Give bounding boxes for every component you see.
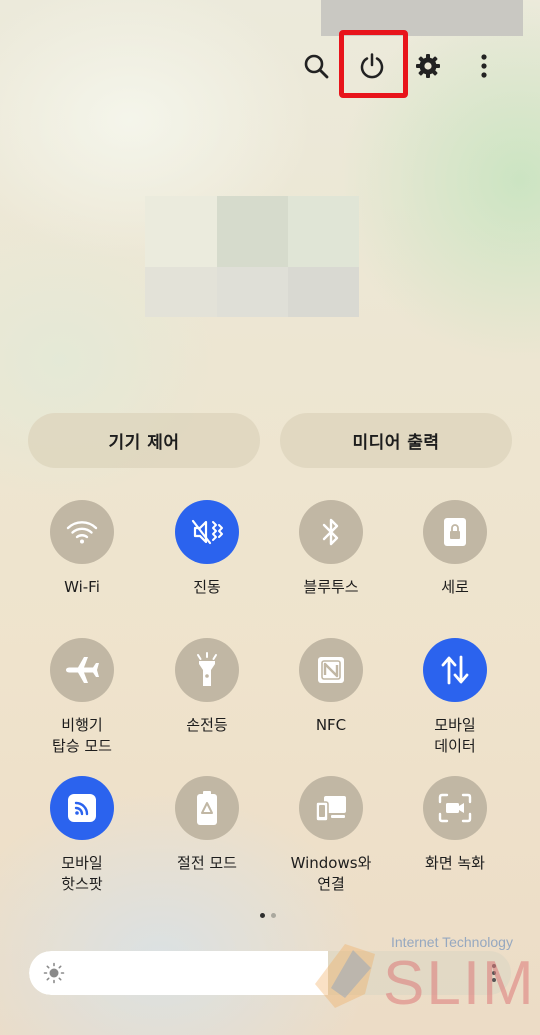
page-indicator: [260, 913, 276, 918]
more-vert-icon[interactable]: [462, 44, 506, 88]
portrait-lock-icon: [423, 500, 487, 564]
tile-portrait[interactable]: 세로: [395, 500, 515, 598]
brightness-slider[interactable]: [29, 951, 511, 995]
watermark-subtitle: Internet Technology: [391, 934, 513, 950]
brightness-slider-fill: [29, 951, 328, 995]
power-button-highlight: [339, 30, 408, 98]
tile-flashlight[interactable]: 손전등: [147, 638, 267, 736]
tile-label: 화면 녹화: [425, 854, 485, 872]
mobile-data-icon: [423, 638, 487, 702]
brightness-sun-icon: [43, 962, 65, 984]
tile-screen-record[interactable]: 화면 녹화: [395, 776, 515, 874]
settings-gear-icon[interactable]: [406, 44, 450, 88]
page-dot[interactable]: [271, 913, 276, 918]
tile-label: Wi-Fi: [64, 578, 100, 596]
airplane-icon: [50, 638, 114, 702]
tile-label: 진동: [193, 578, 221, 596]
tile-label: 절전 모드: [177, 854, 237, 872]
bluetooth-icon: [299, 500, 363, 564]
tile-nfc[interactable]: NFC: [271, 638, 391, 736]
tile-mobile-hotspot[interactable]: 모바일 핫스팟: [22, 776, 142, 895]
tile-airplane-mode[interactable]: 비행기 탑승 모드: [22, 638, 142, 757]
nfc-icon: [299, 638, 363, 702]
blurred-profile-image: [145, 196, 359, 317]
wifi-icon: [50, 500, 114, 564]
tile-bluetooth[interactable]: 블루투스: [271, 500, 391, 598]
power-saving-icon: [175, 776, 239, 840]
tile-label: 세로: [441, 578, 469, 596]
tile-label: 손전등: [186, 716, 228, 734]
tile-vibrate[interactable]: 진동: [147, 500, 267, 598]
tile-label: Windows와 연결: [290, 854, 372, 893]
device-control-button[interactable]: 기기 제어: [28, 413, 260, 468]
tile-mobile-data[interactable]: 모바일 데이터: [395, 638, 515, 757]
tile-label: 블루투스: [303, 578, 359, 596]
brightness-more-icon[interactable]: [489, 962, 499, 984]
search-icon[interactable]: [294, 44, 338, 88]
tile-label: NFC: [315, 716, 347, 734]
media-output-button[interactable]: 미디어 출력: [280, 413, 512, 468]
page-dot-active: [260, 913, 265, 918]
hotspot-icon: [50, 776, 114, 840]
tile-wifi[interactable]: Wi-Fi: [22, 500, 142, 598]
tile-power-saving[interactable]: 절전 모드: [147, 776, 267, 874]
tile-label: 모바일 데이터: [434, 716, 476, 755]
tile-link-to-windows[interactable]: Windows와 연결: [271, 776, 391, 895]
tile-label: 모바일 핫스팟: [61, 854, 103, 893]
vibrate-icon: [175, 500, 239, 564]
tile-label: 비행기 탑승 모드: [52, 716, 112, 755]
flashlight-icon: [175, 638, 239, 702]
screen-record-icon: [423, 776, 487, 840]
link-windows-icon: [299, 776, 363, 840]
